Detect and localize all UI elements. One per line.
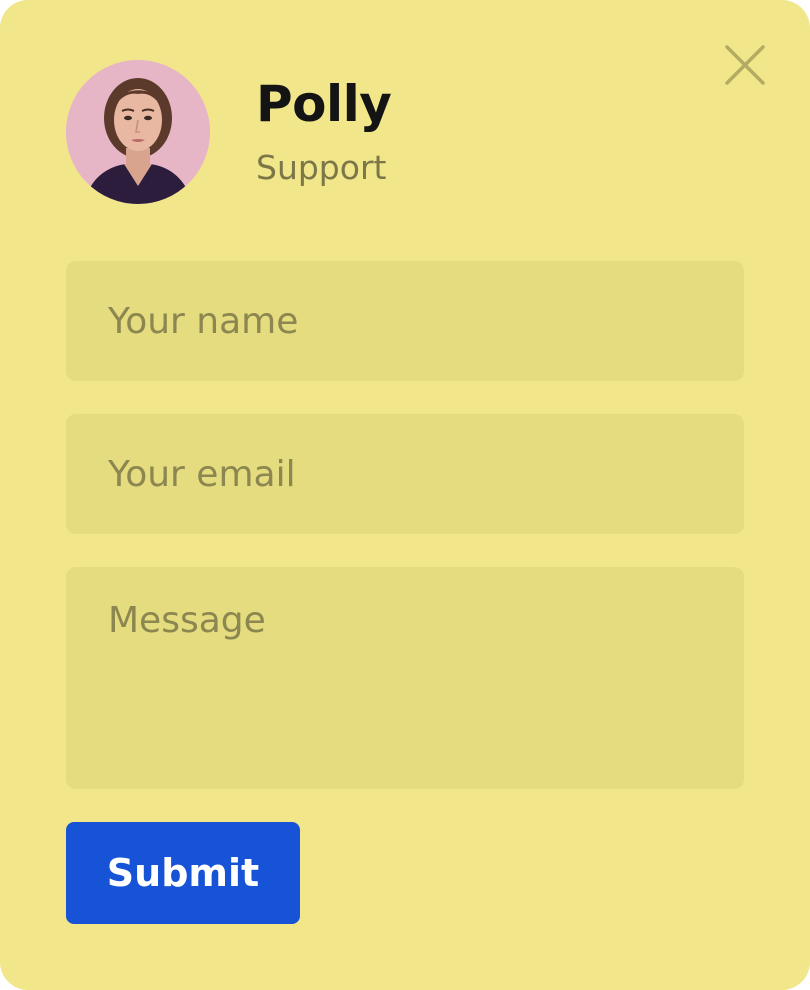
avatar xyxy=(66,60,210,204)
agent-name: Polly xyxy=(256,75,392,133)
contact-widget: Polly Support Submit xyxy=(0,0,810,990)
message-input[interactable] xyxy=(66,567,744,789)
email-input[interactable] xyxy=(66,414,744,534)
submit-button[interactable]: Submit xyxy=(66,822,300,924)
agent-role: Support xyxy=(256,148,387,187)
person-portrait-icon xyxy=(66,60,210,204)
close-icon xyxy=(725,45,765,85)
close-button[interactable] xyxy=(722,42,768,88)
name-input[interactable] xyxy=(66,261,744,381)
